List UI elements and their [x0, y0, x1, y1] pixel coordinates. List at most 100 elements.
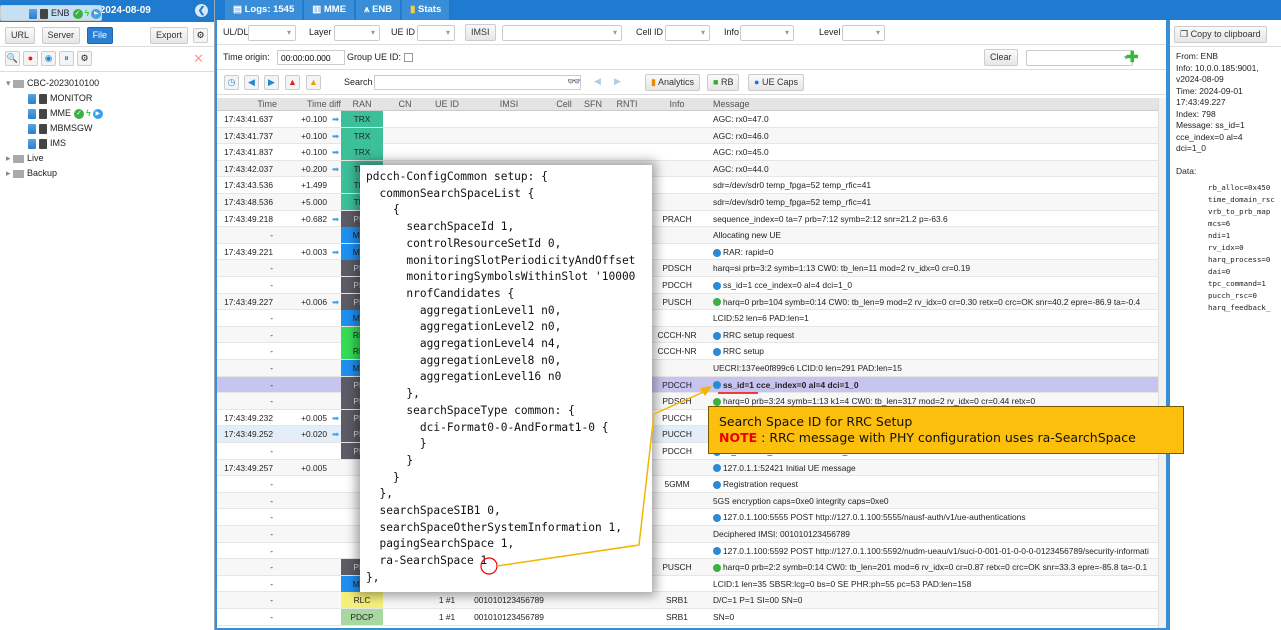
- table-row[interactable]: -➡MACAllocating new UE: [217, 227, 1162, 244]
- tab-stats[interactable]: ▮ Stats: [402, 0, 450, 20]
- folder-icon: [13, 154, 25, 163]
- imsi-select[interactable]: [502, 25, 622, 41]
- table-row[interactable]: 17:43:48.536+5.000TRXsdr=/dev/sdr0 temp_…: [217, 194, 1162, 211]
- column-header-ran[interactable]: RAN: [341, 99, 383, 109]
- tree-item-label: Live: [27, 153, 44, 163]
- tab-logs[interactable]: ▤ Logs: 1545: [225, 0, 303, 20]
- table-row[interactable]: -➡5GMMRegistration request: [217, 476, 1162, 493]
- group-ue-checkbox[interactable]: [404, 53, 413, 62]
- tree-item-backup[interactable]: ▸ Backup: [0, 166, 214, 181]
- arrow-right-icon[interactable]: ▶: [264, 75, 279, 90]
- collapse-panel-icon[interactable]: ❮: [195, 4, 208, 17]
- tree-item-monitor[interactable]: MONITOR: [0, 91, 214, 106]
- table-row[interactable]: -➡MACUECRI:137ee0f899c6 LCID:0 len=291 P…: [217, 360, 1162, 377]
- play-icon[interactable]: ▶: [91, 8, 102, 19]
- tree-item-live[interactable]: ▸ Live: [0, 151, 214, 166]
- settings-icon[interactable]: ⚙: [77, 51, 92, 66]
- table-row[interactable]: -➡PHYPUSCHharq=0 prb=2:2 symb=0:14 CW0: …: [217, 559, 1162, 576]
- copy-clipboard-button[interactable]: ❐ Copy to clipboard: [1174, 26, 1267, 43]
- table-row[interactable]: -➡PDCP1 #1001010123456789SRB1SN=0: [217, 609, 1162, 626]
- table-row[interactable]: -➡MACLCID:52 len=6 PAD:len=1: [217, 310, 1162, 327]
- file-button[interactable]: File: [86, 27, 114, 44]
- ue-caps-button[interactable]: ● UE Caps: [748, 74, 804, 91]
- uldl-select[interactable]: [248, 25, 296, 41]
- table-row[interactable]: -➡5GS encryption caps=0xe0 integrity cap…: [217, 492, 1162, 510]
- export-button[interactable]: Export: [150, 27, 189, 44]
- filter-preset-select[interactable]: [1026, 50, 1133, 66]
- column-header-sfn[interactable]: SFN: [577, 99, 609, 109]
- url-button[interactable]: URL: [5, 27, 36, 44]
- expand-toggle-icon[interactable]: ▸: [6, 168, 13, 178]
- table-row[interactable]: 17:43:49.257 +0.005 127.0.1.1:52421 Initia…: [217, 459, 1162, 477]
- table-row[interactable]: -➡PHYPDCCHss_id=1 cce_index=0 al=4 dci=1…: [217, 376, 1162, 394]
- tree-item-mbmsgw[interactable]: MBMSGW: [0, 121, 214, 136]
- play-icon[interactable]: ▶: [92, 108, 103, 119]
- tree-item-ims[interactable]: IMS: [0, 136, 214, 151]
- tree-item-cbc-2023010100[interactable]: ▾ CBC-2023010100: [0, 76, 214, 91]
- column-header-time[interactable]: Time: [217, 99, 277, 109]
- table-row[interactable]: 17:43:49.227+0.006➡PHYPUSCHharq=0 prb=10…: [217, 293, 1162, 311]
- column-header-rnti[interactable]: RNTI: [609, 99, 645, 109]
- table-row[interactable]: -➡Deciphered IMSI: 001010123456789: [217, 526, 1162, 543]
- settings-icon[interactable]: ⚙: [193, 28, 208, 43]
- table-row[interactable]: -➡127.0.1.100:5592 POST http://127.0.1.1…: [217, 543, 1162, 560]
- table-row[interactable]: -➡127.0.1.100:5555 POST http://127.0.1.1…: [217, 509, 1162, 526]
- timediff-cell: +0.200 ➡: [279, 161, 341, 177]
- expand-toggle-icon[interactable]: ▾: [6, 78, 13, 88]
- column-header-cell[interactable]: Cell: [551, 99, 577, 109]
- time-origin-input[interactable]: [277, 50, 345, 65]
- table-row[interactable]: 17:43:41.837 +0.100 ➡ TRX AGC: rx0=45.0: [217, 144, 1162, 161]
- tab-mme[interactable]: ▥ MME: [304, 0, 355, 20]
- time-cell: -: [270, 495, 273, 506]
- table-row[interactable]: -➡MACLCID:1 len=35 SBSR:lcg=0 bs=0 SE PH…: [217, 575, 1162, 593]
- column-header-message[interactable]: Message: [709, 99, 1149, 109]
- expand-toggle-icon[interactable]: ▸: [6, 153, 13, 163]
- time-bar: Time origin: Group UE ID: Clear ✚: [217, 45, 1166, 70]
- scrollbar[interactable]: [1158, 98, 1166, 628]
- error-icon[interactable]: ▲: [285, 75, 300, 90]
- arrow-left-icon[interactable]: ◀: [244, 75, 259, 90]
- cellid-select[interactable]: [665, 25, 710, 41]
- table-row[interactable]: 17:43:43.536+1.499TRXsdr=/dev/sdr0 temp_…: [217, 177, 1162, 194]
- layer-select[interactable]: [334, 25, 380, 41]
- column-header-time-diff[interactable]: Time diff: [279, 99, 341, 109]
- table-row[interactable]: 17:43:41.637 +0.100 ➡ TRX AGC: rx0=47.0: [217, 111, 1162, 128]
- prev-match-icon[interactable]: ◀: [594, 76, 601, 87]
- stop-icon[interactable]: ●: [23, 51, 38, 66]
- column-header-ue-id[interactable]: UE ID: [427, 99, 467, 109]
- warning-icon[interactable]: ▲: [306, 75, 321, 90]
- info-select[interactable]: [740, 25, 794, 41]
- pause-icon[interactable]: ⏸: [59, 51, 74, 66]
- table-row[interactable]: -➡PHYPDSCHharq=si prb=3:2 symb=1:13 CW0:…: [217, 260, 1162, 277]
- clock-icon[interactable]: ◷: [224, 75, 239, 90]
- add-icon[interactable]: ✚: [1126, 48, 1139, 66]
- table-row[interactable]: -➡RRCCCCH-NRRRC setup: [217, 343, 1162, 360]
- table-row[interactable]: -➡RRCCCCH-NRRRC setup request: [217, 326, 1162, 344]
- database-icon: [28, 93, 36, 104]
- table-row[interactable]: 17:43:41.737 +0.100 ➡ TRX AGC: rx0=46.0: [217, 127, 1162, 145]
- close-icon[interactable]: ✕: [193, 51, 204, 67]
- search-icon[interactable]: 🔍: [5, 51, 20, 66]
- imsi-button[interactable]: IMSI: [465, 24, 496, 41]
- ueid-select[interactable]: [417, 25, 455, 41]
- column-header-cn[interactable]: CN: [383, 99, 427, 109]
- table-row[interactable]: -➡PHYPDCCHss_id=1 cce_index=0 al=4 dci=1…: [217, 277, 1162, 294]
- refresh-icon[interactable]: ◉: [41, 51, 56, 66]
- table-row[interactable]: 17:43:49.218+0.682➡PHYPRACHsequence_inde…: [217, 210, 1162, 228]
- table-row[interactable]: 17:43:42.037+0.200➡TRXAGC: rx0=44.0: [217, 160, 1162, 178]
- level-select[interactable]: [842, 25, 885, 41]
- tree-item-mme[interactable]: MME ✓ ϟ ▶: [0, 106, 214, 121]
- column-header-info[interactable]: Info: [645, 99, 709, 109]
- binoculars-icon[interactable]: 👓: [567, 75, 581, 88]
- server-button[interactable]: Server: [41, 27, 81, 44]
- clear-button[interactable]: Clear: [984, 49, 1018, 66]
- rb-button[interactable]: ■ RB: [707, 74, 740, 91]
- tab-enb[interactable]: ⩚ ENB: [356, 0, 401, 20]
- next-match-icon[interactable]: ▶: [614, 76, 621, 87]
- table-row[interactable]: -➡RLC1 #1001010123456789SRB1D/C=1 P=1 SI…: [217, 592, 1162, 609]
- table-row[interactable]: 17:43:49.221+0.003➡MACRAR: rapid=0: [217, 243, 1162, 261]
- column-header-imsi[interactable]: IMSI: [467, 99, 551, 109]
- search-input[interactable]: [374, 75, 581, 90]
- tree-item-enb[interactable]: ENB ✓ ϟ ▶: [0, 5, 103, 23]
- analytics-button[interactable]: ▮ Analytics: [645, 74, 700, 91]
